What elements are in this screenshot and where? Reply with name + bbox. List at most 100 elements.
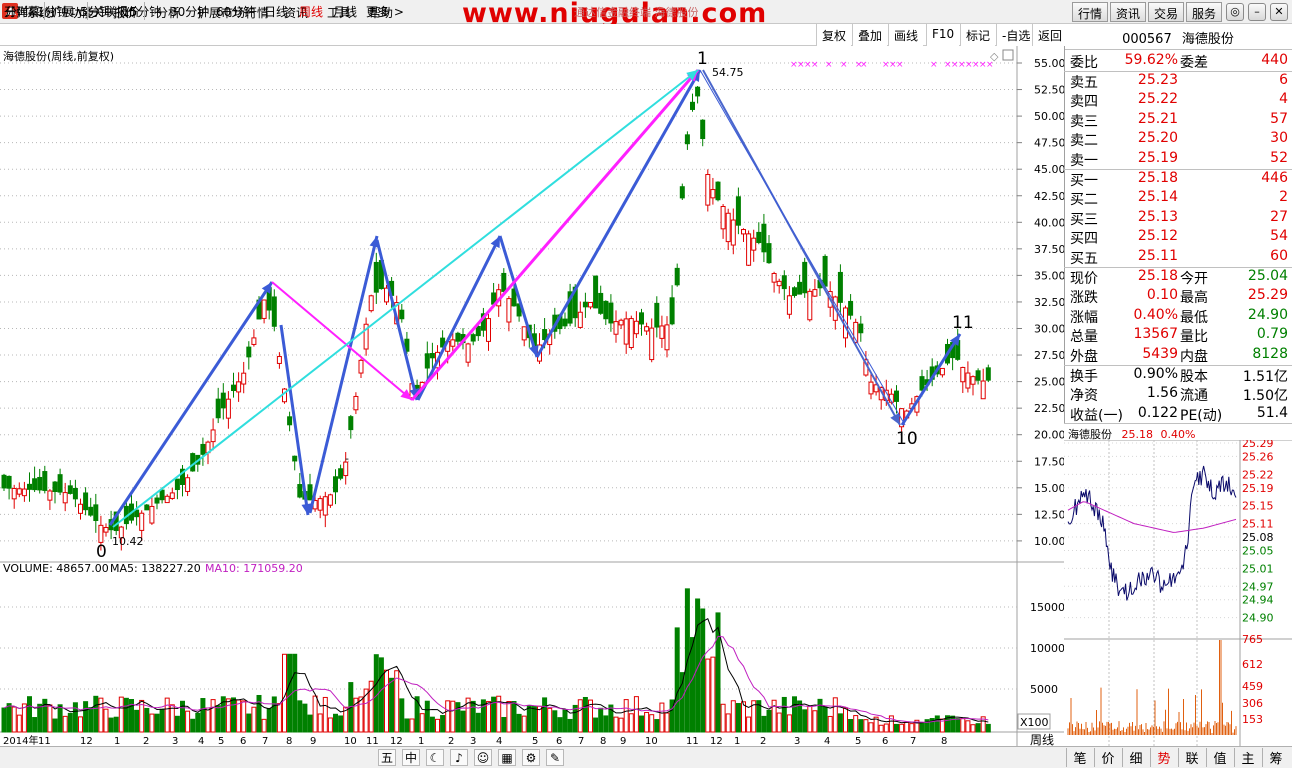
fund-row-1-label: 净资 [1070, 388, 1098, 405]
period-tab-4[interactable]: 30分钟 [170, 3, 209, 20]
five-icon[interactable]: 五 [378, 749, 396, 766]
volume-bar [715, 612, 721, 733]
stat-row-0-label: 现价 [1070, 270, 1098, 287]
fund-row-1: 净资 1.56 流通 1.50亿 [1068, 385, 1290, 404]
candle-body [317, 498, 323, 511]
min-price-label: 10.42 [112, 535, 144, 548]
candle-body [868, 381, 874, 395]
volume-bar [812, 710, 818, 733]
ask-row-1-value2: 4 [1279, 91, 1288, 108]
bid-row-4-value: 25.11 [1137, 248, 1178, 264]
volume-bar [414, 696, 420, 733]
time-label: 2 [448, 736, 454, 746]
moon-icon[interactable]: ☾ [426, 749, 444, 766]
candle-body [776, 280, 782, 287]
wave-arrow [535, 69, 702, 358]
mini-tab-3[interactable]: 势 [1150, 748, 1177, 767]
volume-bar [358, 696, 364, 733]
candle-body [333, 476, 338, 493]
smile-icon[interactable]: ☺ [474, 749, 492, 766]
volume-bar [368, 680, 374, 733]
minimize-icon[interactable]: – [1248, 3, 1266, 21]
mini-tab-6[interactable]: 主 [1234, 748, 1261, 767]
music-icon[interactable]: ♪ [450, 749, 468, 766]
chart-tool-0[interactable]: 复权 [816, 24, 852, 46]
time-label: 7 [578, 736, 584, 746]
close-icon[interactable]: ✕ [1270, 3, 1288, 21]
chart-tool-3[interactable]: F10 [926, 24, 960, 46]
volume-bar [577, 699, 583, 733]
mini-price-tick: 24.90 [1242, 612, 1274, 625]
candle-body [72, 487, 78, 500]
volume-bar [934, 715, 940, 733]
time-label: 7 [910, 736, 916, 746]
volume-bar [251, 706, 257, 733]
candle-body [756, 231, 762, 244]
ask-row-0-value: 25.23 [1137, 71, 1178, 88]
bottom-tab-2[interactable]: 关联报价 [88, 2, 146, 20]
mini-tab-0[interactable]: 笔 [1066, 748, 1093, 767]
period-tab-8[interactable]: 月线 [333, 3, 357, 20]
bottom-tab-0[interactable]: 开弹幕 [0, 2, 46, 20]
candle-body [837, 271, 843, 303]
chart-title: 海德股份(周线,前复权) [3, 50, 115, 63]
bid-row-3-label: 买四 [1070, 231, 1098, 248]
candle-body [27, 483, 32, 490]
bid-row-2-value2: 27 [1270, 208, 1288, 225]
candle-body [251, 337, 257, 345]
volume-bar [409, 718, 415, 733]
intraday-chart[interactable]: 25.2925.26 25.2225.19 25.15 25.1125.0825.05… [1064, 440, 1292, 746]
top-button-0[interactable]: 行情 [1072, 2, 1109, 22]
candle-body [154, 497, 160, 504]
volume-bar [205, 707, 211, 733]
volume-bar [506, 701, 512, 733]
period-tab-7[interactable]: 周线 [299, 3, 323, 20]
volume-bar [83, 701, 89, 733]
ask-row-2-label: 卖三 [1070, 113, 1098, 130]
gear-icon[interactable]: ⚙ [522, 749, 540, 766]
restore-window-icon[interactable]: ◎ [1226, 3, 1244, 21]
mini-tab-1[interactable]: 价 [1094, 748, 1121, 767]
chart-tool-5[interactable]: -自选 [996, 24, 1036, 46]
period-tab-9[interactable]: 更多 > [366, 3, 404, 20]
volume-bar [154, 713, 160, 733]
candle-body [297, 484, 303, 498]
volume-bar [735, 703, 741, 733]
volume-bar [654, 719, 660, 733]
mini-price-tick: 24.97 [1242, 580, 1274, 593]
top-button-3[interactable]: 服务 [1186, 2, 1223, 22]
mini-tab-2[interactable]: 细 [1122, 748, 1149, 767]
price-tick-label: 17.50 [1034, 455, 1064, 468]
chart-tool-1[interactable]: 叠加 [852, 24, 888, 46]
kline-chart[interactable]: 55.00 52.50 50.00 47.50 45.00 42.50 40.00 37.50… [0, 46, 1064, 746]
stat-row-1-value2: 25.29 [1247, 287, 1288, 304]
mini-tab-7[interactable]: 筹 [1262, 748, 1289, 767]
mini-price-line [1067, 465, 1237, 601]
mini-price-tick: 25.26 [1242, 450, 1274, 463]
chart-tool-6[interactable]: 返回 [1032, 24, 1068, 46]
bottom-tab-1[interactable]: 扩展∧ [46, 2, 88, 20]
bid-row-0-label: 买一 [1070, 172, 1098, 189]
pen-icon[interactable]: ✎ [546, 749, 564, 766]
top-button-2[interactable]: 交易 [1148, 2, 1185, 22]
chart-tool-4[interactable]: 标记 [960, 24, 996, 46]
candle-body [144, 504, 150, 511]
volume-bar [440, 715, 446, 733]
candle-body [766, 243, 772, 264]
grid-icon[interactable]: ▦ [498, 749, 516, 766]
chart-tool-2[interactable]: 画线 [888, 24, 924, 46]
mini-tab-4[interactable]: 联 [1178, 748, 1205, 767]
period-tab-5[interactable]: 60分钟 [216, 3, 255, 20]
volume-bar [271, 696, 277, 733]
top-button-1[interactable]: 资讯 [1110, 2, 1147, 22]
volume-bar [639, 715, 644, 733]
chinese-icon[interactable]: 中 [402, 749, 420, 766]
candle-body [970, 376, 976, 385]
time-label: 7 [262, 736, 268, 746]
candle-body [246, 346, 252, 358]
volume-bar [832, 697, 838, 733]
ask-row-0: 卖五 25.23 6 [1068, 72, 1290, 91]
mini-tab-5[interactable]: 值 [1206, 748, 1233, 767]
period-tab-6[interactable]: 日线 [264, 3, 288, 20]
candle-body [47, 490, 53, 501]
